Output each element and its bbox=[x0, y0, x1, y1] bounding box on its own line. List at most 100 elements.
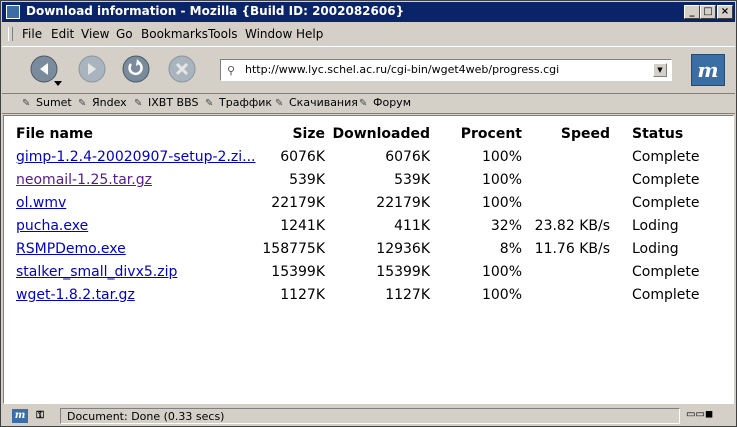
mozilla-logo-icon[interactable]: m bbox=[691, 54, 725, 86]
speed-cell: 11.76 KB/s bbox=[534, 241, 610, 257]
file-name-cell: wget-1.8.2.tar.gz bbox=[16, 287, 256, 303]
percent-cell: 100% bbox=[481, 264, 522, 280]
status-cell: Loding bbox=[632, 218, 679, 234]
percent-cell: 8% bbox=[499, 241, 522, 257]
title-bar[interactable]: Download information - Mozilla {Build ID… bbox=[2, 2, 735, 22]
size-cell: 15399K bbox=[271, 264, 325, 280]
percent-cell: 100% bbox=[481, 195, 522, 211]
table-row: ol.wmv 22179K 22179K 100% Complete bbox=[4, 195, 733, 218]
menu-grip bbox=[8, 27, 13, 41]
page-content: File name Size Downloaded Procent Speed … bbox=[3, 115, 734, 404]
bookmark-item[interactable]: ✎ Форум bbox=[359, 96, 411, 109]
downloaded-cell: 22179K bbox=[376, 195, 430, 211]
menu-help[interactable]: Help bbox=[296, 27, 323, 41]
file-name-cell: gimp-1.2.4-20020907-setup-2.zi... bbox=[16, 149, 256, 165]
size-cell: 1127K bbox=[280, 287, 325, 303]
mozilla-status-icon[interactable]: m bbox=[12, 409, 28, 423]
file-name-link[interactable]: pucha.exe bbox=[16, 218, 88, 234]
stop-icon bbox=[168, 55, 196, 83]
file-name-cell: pucha.exe bbox=[16, 218, 256, 234]
percent-cell: 32% bbox=[490, 218, 522, 234]
status-cell: Complete bbox=[632, 264, 700, 280]
menu-tools[interactable]: Tools bbox=[208, 27, 238, 41]
status-bar: m ⚿ Document: Done (0.33 secs) ▭▭◼ bbox=[2, 406, 735, 426]
bookmark-item[interactable]: ✎ Траффик bbox=[205, 96, 272, 109]
bookmark-icon: ✎ bbox=[134, 98, 143, 109]
percent-cell: 100% bbox=[481, 172, 522, 188]
downloaded-cell: 12936K bbox=[376, 241, 430, 257]
menu-file[interactable]: File bbox=[22, 27, 42, 41]
table-row: pucha.exe 1241K 411K 32% 23.82 KB/s Loding bbox=[4, 218, 733, 241]
file-name-link[interactable]: RSMPDemo.exe bbox=[16, 241, 126, 257]
downloaded-cell: 15399K bbox=[376, 264, 430, 280]
file-name-link[interactable]: wget-1.8.2.tar.gz bbox=[16, 287, 135, 303]
stop-button[interactable] bbox=[168, 55, 196, 83]
table-row: RSMPDemo.exe 158775K 12936K 8% 11.76 KB/s Lod… bbox=[4, 241, 733, 264]
menu-edit[interactable]: Edit bbox=[51, 27, 74, 41]
downloaded-cell: 411K bbox=[394, 218, 430, 234]
bookmark-item[interactable]: ✎ Sumet bbox=[22, 96, 72, 109]
downloaded-cell: 1127K bbox=[385, 287, 430, 303]
bookmark-item[interactable]: ✎ IXBT BBS bbox=[134, 96, 198, 109]
online-indicator-icon[interactable]: ▭▭◼ bbox=[686, 409, 730, 423]
file-name-link[interactable]: ol.wmv bbox=[16, 195, 66, 211]
forward-arrow-icon bbox=[78, 55, 106, 83]
bookmark-item[interactable]: ✎ Скачивания bbox=[275, 96, 358, 109]
size-cell: 22179K bbox=[271, 195, 325, 211]
header-file-name: File name bbox=[16, 126, 94, 142]
table-header: File name Size Downloaded Procent Speed … bbox=[4, 126, 733, 149]
url-dropdown-button[interactable]: ▼ bbox=[653, 63, 667, 77]
file-name-link[interactable]: neomail-1.25.tar.gz bbox=[16, 172, 152, 188]
table-row: wget-1.8.2.tar.gz 1127K 1127K 100% Complete bbox=[4, 287, 733, 310]
browser-window: Download information - Mozilla {Build ID… bbox=[0, 0, 737, 427]
speed-cell: 23.82 KB/s bbox=[534, 218, 610, 234]
file-name-cell: RSMPDemo.exe bbox=[16, 241, 256, 257]
file-name-link[interactable]: gimp-1.2.4-20020907-setup-2.zi... bbox=[16, 149, 256, 165]
back-button[interactable] bbox=[30, 55, 62, 86]
size-cell: 1241K bbox=[280, 218, 325, 234]
bookmark-icon: ✎ bbox=[205, 98, 214, 109]
header-speed: Speed bbox=[560, 126, 610, 142]
security-icon[interactable]: ⚿ bbox=[32, 409, 48, 423]
maximize-button[interactable]: □ bbox=[700, 5, 716, 19]
bookmark-icon: ✎ bbox=[78, 98, 87, 109]
header-percent: Procent bbox=[460, 126, 522, 142]
status-panel: Document: Done (0.33 secs) bbox=[60, 408, 680, 424]
minimize-button[interactable]: _ bbox=[684, 5, 700, 19]
menu-window[interactable]: Window bbox=[245, 27, 292, 41]
close-button[interactable]: × bbox=[717, 5, 733, 19]
header-size: Size bbox=[292, 126, 325, 142]
table-row: neomail-1.25.tar.gz 539K 539K 100% Complete bbox=[4, 172, 733, 195]
file-name-link[interactable]: stalker_small_divx5.zip bbox=[16, 264, 177, 280]
size-cell: 6076K bbox=[280, 149, 325, 165]
file-name-cell: neomail-1.25.tar.gz bbox=[16, 172, 256, 188]
percent-cell: 100% bbox=[481, 287, 522, 303]
menu-go[interactable]: Go bbox=[116, 27, 133, 41]
downloaded-cell: 539K bbox=[394, 172, 430, 188]
app-icon bbox=[6, 5, 20, 19]
bookmark-icon: ✎ bbox=[359, 98, 368, 109]
forward-button[interactable] bbox=[78, 55, 106, 83]
menu-bar: File Edit View Go Bookmarks Tools Window… bbox=[2, 23, 735, 45]
file-name-cell: stalker_small_divx5.zip bbox=[16, 264, 256, 280]
reload-button[interactable] bbox=[122, 55, 150, 83]
status-cell: Complete bbox=[632, 195, 700, 211]
status-cell: Loding bbox=[632, 241, 679, 257]
back-arrow-icon bbox=[30, 55, 62, 86]
table-row: stalker_small_divx5.zip 15399K 15399K 100% C… bbox=[4, 264, 733, 287]
status-cell: Complete bbox=[632, 172, 700, 188]
window-title: Download information - Mozilla {Build ID… bbox=[26, 4, 405, 18]
url-bar[interactable]: ⚲ http://www.lyc.schel.ac.ru/cgi-bin/wge… bbox=[220, 59, 672, 81]
downloaded-cell: 6076K bbox=[385, 149, 430, 165]
file-name-cell: ol.wmv bbox=[16, 195, 256, 211]
size-cell: 539K bbox=[289, 172, 325, 188]
menu-view[interactable]: View bbox=[81, 27, 109, 41]
menu-bookmarks[interactable]: Bookmarks bbox=[141, 27, 208, 41]
status-text: Document: Done (0.33 secs) bbox=[67, 410, 225, 423]
bookmark-icon: ✎ bbox=[22, 98, 31, 109]
page-proxy-icon: ⚲ bbox=[227, 64, 236, 77]
bookmark-item[interactable]: ✎ Яndex bbox=[78, 96, 127, 109]
status-cell: Complete bbox=[632, 287, 700, 303]
header-downloaded: Downloaded bbox=[332, 126, 430, 142]
bookmark-icon: ✎ bbox=[275, 98, 284, 109]
